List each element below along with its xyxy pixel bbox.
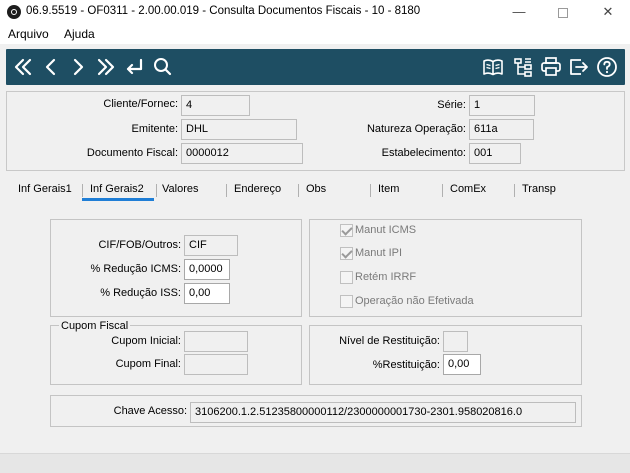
return-icon — [126, 58, 143, 75]
close-button[interactable]: ✕ — [586, 0, 630, 24]
cupom-fiscal-legend: Cupom Fiscal — [59, 320, 131, 332]
tab-separator — [156, 184, 157, 197]
help-button[interactable] — [595, 55, 619, 79]
tab-separator — [298, 184, 299, 197]
first-record-button[interactable] — [11, 55, 35, 79]
return-button[interactable] — [122, 55, 146, 79]
menu-arquivo[interactable]: Arquivo — [8, 27, 49, 41]
chave-acesso-field[interactable]: 3106200.1.2.51235800000112/2300000001730… — [190, 402, 576, 423]
last-record-button[interactable] — [94, 55, 118, 79]
window-title: 06.9.5519 - OF0311 - 2.00.00.019 - Consu… — [26, 5, 421, 17]
tab-separator — [370, 184, 371, 197]
manut-icms-checkbox[interactable] — [340, 224, 353, 237]
title-bar: 06.9.5519 - OF0311 - 2.00.00.019 - Consu… — [0, 0, 630, 24]
cif-fob-label: CIF/FOB/Outros: — [98, 239, 181, 251]
documento-fiscal-field[interactable]: 0000012 — [181, 143, 303, 164]
structure-button[interactable] — [511, 55, 535, 79]
cupom-fiscal-group — [50, 325, 302, 385]
estabelecimento-field[interactable]: 001 — [469, 143, 521, 164]
search-button[interactable] — [151, 55, 175, 79]
chave-acesso-label: Chave Acesso: — [113, 405, 187, 417]
manut-icms-label: Manut ICMS — [355, 224, 417, 236]
reducao-icms-field[interactable]: 0,0000 — [184, 259, 230, 280]
app-icon — [7, 5, 21, 19]
retem-irrf-checkbox[interactable] — [340, 271, 353, 284]
exit-icon — [570, 59, 588, 75]
tab-comex[interactable]: ComEx — [450, 183, 486, 195]
serie-field[interactable]: 1 — [469, 95, 535, 116]
book-icon — [483, 59, 503, 76]
print-button[interactable] — [539, 55, 563, 79]
operacao-nao-efetivada-checkbox[interactable] — [340, 295, 353, 308]
tab-separator — [442, 184, 443, 197]
natureza-operacao-field[interactable]: 611a — [469, 119, 534, 140]
natureza-operacao-label: Natureza Operação: — [366, 123, 466, 135]
menu-ajuda[interactable]: Ajuda — [64, 27, 95, 41]
status-bar — [0, 453, 630, 473]
cupom-inicial-field[interactable] — [184, 331, 248, 352]
next-record-button[interactable] — [66, 55, 90, 79]
nivel-restituicao-label: Nível de Restituição: — [339, 335, 440, 347]
serie-label: Série: — [437, 99, 466, 111]
tab-obs[interactable]: Obs — [306, 183, 326, 195]
last-icon — [97, 58, 115, 76]
tab-endereco[interactable]: Endereço — [234, 183, 281, 195]
tab-item[interactable]: Item — [378, 183, 399, 195]
emitente-field[interactable]: DHL — [181, 119, 297, 140]
minimize-button[interactable]: — — [497, 0, 541, 24]
manual-button[interactable] — [481, 55, 505, 79]
tab-inf-gerais1[interactable]: Inf Gerais1 — [18, 183, 72, 195]
tree-icon — [514, 58, 532, 77]
help-icon — [597, 57, 617, 77]
next-icon — [73, 58, 84, 76]
cif-fob-field[interactable]: CIF — [184, 235, 238, 256]
cupom-inicial-label: Cupom Inicial: — [111, 335, 181, 347]
menu-bar: Arquivo Ajuda — [0, 24, 630, 44]
tab-transp[interactable]: Transp — [522, 183, 556, 195]
exit-button[interactable] — [567, 55, 591, 79]
restituicao-label: %Restituição: — [372, 359, 440, 371]
reducao-iss-label: % Redução ISS: — [100, 287, 181, 299]
cliente-label: Cliente/Fornec: — [103, 98, 178, 110]
reducao-iss-field[interactable]: 0,00 — [184, 283, 230, 304]
search-icon — [154, 58, 172, 76]
manut-ipi-label: Manut IPI — [355, 247, 403, 259]
toolbar — [6, 49, 625, 85]
maximize-button[interactable] — [541, 0, 585, 24]
cupom-final-label: Cupom Final: — [115, 358, 181, 370]
tab-separator — [226, 184, 227, 197]
previous-icon — [45, 58, 56, 76]
print-icon — [541, 57, 561, 76]
restituicao-field[interactable]: 0,00 — [443, 354, 481, 375]
cliente-field[interactable]: 4 — [181, 95, 250, 116]
retem-irrf-label: Retém IRRF — [355, 271, 417, 283]
documento-fiscal-label: Documento Fiscal: — [86, 147, 178, 159]
cupom-final-field[interactable] — [184, 354, 248, 375]
tab-valores[interactable]: Valores — [162, 183, 198, 195]
previous-record-button[interactable] — [39, 55, 63, 79]
tab-separator — [514, 184, 515, 197]
tab-separator — [82, 184, 83, 197]
active-tab-indicator — [82, 198, 154, 201]
emitente-label: Emitente: — [131, 123, 178, 135]
operacao-nao-efetivada-label: Operação não Efetivada — [355, 295, 474, 307]
manut-ipi-checkbox[interactable] — [340, 247, 353, 260]
estabelecimento-label: Estabelecimento: — [381, 147, 466, 159]
tab-inf-gerais2[interactable]: Inf Gerais2 — [90, 183, 144, 195]
nivel-restituicao-field[interactable] — [443, 331, 468, 352]
first-icon — [14, 58, 32, 76]
reducao-icms-label: % Redução ICMS: — [90, 263, 181, 275]
maximize-icon — [558, 7, 568, 18]
